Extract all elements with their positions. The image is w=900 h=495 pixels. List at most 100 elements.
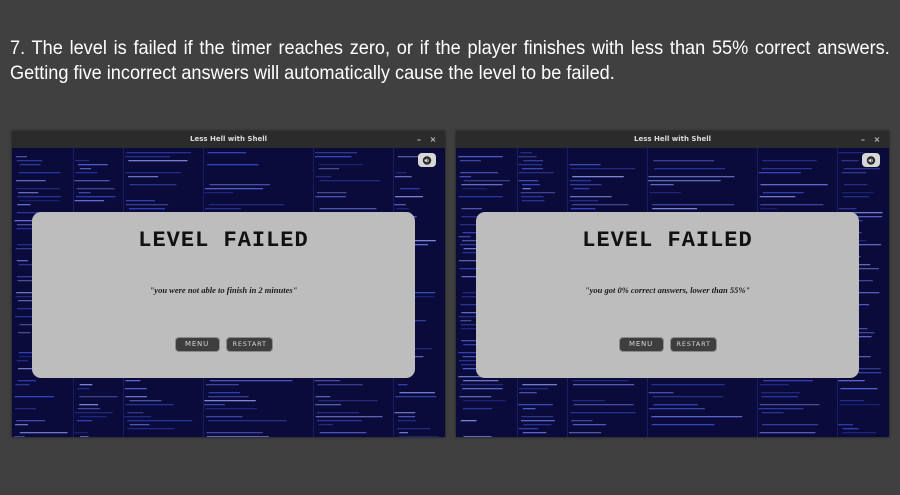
code-line	[17, 380, 36, 382]
code-line	[760, 184, 828, 186]
window-titlebar: Less Hell with Shell – ×	[12, 131, 445, 148]
code-line	[462, 388, 503, 390]
sound-toggle-button[interactable]	[418, 153, 436, 167]
code-line	[571, 420, 593, 422]
code-line	[128, 176, 159, 178]
code-line	[653, 160, 715, 162]
code-line	[19, 200, 60, 202]
code-line	[204, 400, 256, 402]
close-button[interactable]: ×	[871, 131, 883, 148]
menu-button[interactable]: MENU	[174, 337, 220, 352]
code-line	[129, 400, 162, 402]
code-line	[19, 164, 41, 166]
menu-button[interactable]: MENU	[618, 337, 664, 352]
code-line	[570, 208, 596, 210]
code-line	[77, 388, 90, 390]
code-line	[840, 388, 878, 390]
code-line	[125, 404, 174, 406]
code-line	[758, 172, 801, 174]
code-line	[648, 392, 674, 394]
failure-message: "you got 0% correct answers, lower than …	[584, 285, 751, 295]
restart-button[interactable]: RESTART	[225, 337, 273, 352]
code-line	[523, 160, 544, 162]
code-line	[648, 176, 735, 178]
code-line	[204, 192, 234, 194]
code-line	[394, 204, 406, 206]
code-line	[460, 160, 481, 162]
restart-button[interactable]: RESTART	[669, 337, 717, 352]
code-line	[761, 392, 800, 394]
code-line	[208, 204, 285, 206]
speaker-icon	[866, 155, 876, 165]
code-line	[205, 408, 257, 410]
code-line	[568, 432, 602, 434]
code-line	[463, 400, 506, 402]
code-line	[522, 188, 531, 190]
code-line	[79, 168, 92, 170]
code-line	[205, 384, 239, 386]
code-line	[314, 380, 341, 382]
code-line	[520, 152, 533, 154]
dialog-buttons: MENU RESTART	[32, 337, 415, 352]
code-line	[652, 208, 698, 210]
code-line	[648, 180, 721, 182]
code-line	[125, 172, 181, 174]
code-line	[18, 332, 31, 334]
code-line	[129, 424, 150, 426]
code-line	[396, 172, 407, 174]
code-line	[74, 412, 113, 414]
code-line	[16, 188, 60, 190]
dialog-heading: LEVEL FAILED	[138, 228, 309, 253]
code-line	[207, 164, 259, 166]
code-line	[573, 384, 635, 386]
code-line	[398, 416, 416, 418]
code-line	[18, 192, 39, 194]
code-line	[761, 168, 812, 170]
dialog-heading: LEVEL FAILED	[582, 228, 753, 253]
code-line	[76, 188, 115, 190]
code-line	[760, 384, 789, 386]
code-line	[125, 156, 171, 158]
code-line	[15, 156, 27, 158]
window-title: Less Hell with Shell	[189, 135, 268, 143]
code-line	[79, 416, 107, 418]
game-area: LEVEL FAILED "you got 0% correct answers…	[456, 148, 889, 437]
code-line	[463, 408, 492, 410]
code-line	[14, 396, 54, 398]
code-line	[841, 192, 874, 194]
sound-toggle-button[interactable]	[862, 153, 880, 167]
code-line	[79, 396, 118, 398]
code-line	[520, 196, 544, 198]
code-line	[648, 408, 705, 410]
code-line	[318, 424, 333, 426]
code-line	[14, 436, 25, 437]
code-line	[523, 424, 552, 426]
code-line	[206, 416, 243, 418]
code-line	[569, 200, 599, 202]
code-line	[460, 320, 472, 322]
code-line	[461, 208, 482, 210]
code-line	[518, 388, 549, 390]
level-failed-dialog: LEVEL FAILED "you were not able to finis…	[32, 212, 415, 378]
minimize-button[interactable]: –	[857, 131, 869, 148]
code-line	[569, 180, 591, 182]
code-line	[399, 188, 420, 190]
code-line	[521, 168, 543, 170]
close-button[interactable]: ×	[427, 131, 439, 148]
code-line	[570, 196, 612, 198]
code-line	[649, 192, 681, 194]
code-line	[129, 184, 177, 186]
code-line	[570, 168, 636, 170]
code-line	[124, 388, 147, 390]
code-line	[763, 380, 813, 382]
minimize-button[interactable]: –	[413, 131, 425, 148]
code-line	[458, 236, 471, 238]
code-line	[759, 432, 816, 434]
code-line	[459, 396, 492, 398]
code-line	[399, 436, 439, 437]
code-line	[79, 384, 93, 386]
code-line	[398, 384, 408, 386]
code-line	[206, 432, 263, 434]
code-line	[838, 152, 864, 154]
code-line	[521, 420, 555, 422]
